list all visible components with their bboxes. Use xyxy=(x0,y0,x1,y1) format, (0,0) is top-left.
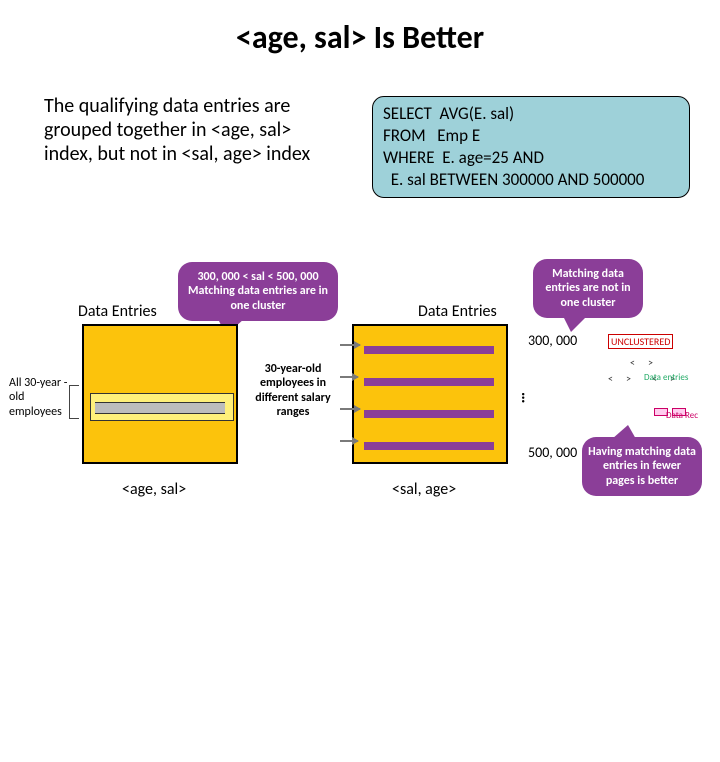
value-300000: 300, 000 xyxy=(528,332,577,349)
segment-1 xyxy=(364,346,494,354)
sql-select: SELECT xyxy=(383,103,432,124)
sql-and: AND xyxy=(513,147,544,168)
chev-icon: < xyxy=(630,356,635,369)
value-500000: 500, 000 xyxy=(528,444,577,461)
callout-left-cluster: 300, 000 < sal < 500, 000 Matching data … xyxy=(178,262,338,321)
index-left-label: <age, sal> xyxy=(122,480,186,499)
data-rec-label: Data Rec xyxy=(666,410,698,421)
callout-fewer-pages: Having matching data entries in fewer pa… xyxy=(582,437,702,496)
all-30-label: All 30-year -old employees xyxy=(9,376,71,419)
sql-between: BETWEEN xyxy=(430,169,499,190)
arrow-1-icon xyxy=(340,344,360,346)
sql-and2: AND xyxy=(558,169,589,190)
sql-where-cond: E. age=25 xyxy=(442,147,509,168)
intro-text: The qualifying data entries are grouped … xyxy=(44,94,344,166)
sql-where: WHERE xyxy=(383,147,435,168)
bracket-icon xyxy=(69,385,79,419)
segment-2 xyxy=(364,378,494,386)
callout-salary-ranges: 30-year-old employees in different salar… xyxy=(248,362,338,420)
arrow-4-icon xyxy=(340,440,358,442)
sql-from: FROM xyxy=(383,125,426,146)
left-index-block xyxy=(82,324,238,464)
segment-4 xyxy=(364,442,494,450)
index-right-label: <sal, age> xyxy=(392,480,456,499)
data-entries-left-label: Data Entries xyxy=(78,302,157,321)
chev-icon: > xyxy=(648,356,653,369)
left-highlight-inner xyxy=(95,402,225,414)
arrow-3-icon xyxy=(340,408,360,410)
ellipsis-dots-icon: … xyxy=(517,392,536,401)
sql-select-arg: AVG(E. sal) xyxy=(439,103,514,124)
slide-title: <age, sal> Is Better xyxy=(0,0,720,67)
sql-from-arg: Emp E xyxy=(437,125,480,146)
right-index-block xyxy=(352,324,508,464)
sql-query-box: SELECT AVG(E. sal) FROM Emp E WHERE E. a… xyxy=(372,96,690,198)
chev-icon: < xyxy=(608,372,613,385)
callout-right-notcluster: Matching data entries are not in one clu… xyxy=(533,259,643,318)
data-entries-small-label: Data entries xyxy=(644,372,688,383)
chev-icon: > xyxy=(626,372,631,385)
sql-between-lo: 300000 xyxy=(502,169,554,190)
data-entries-right-label: Data Entries xyxy=(418,302,497,321)
unclustered-tag: UNCLUSTERED xyxy=(608,334,673,349)
arrow-2-icon xyxy=(340,376,358,378)
sql-between-field: E. sal xyxy=(391,169,426,190)
sql-between-hi: 500000 xyxy=(593,169,645,190)
left-highlight-band xyxy=(90,393,234,421)
segment-3 xyxy=(364,410,494,418)
